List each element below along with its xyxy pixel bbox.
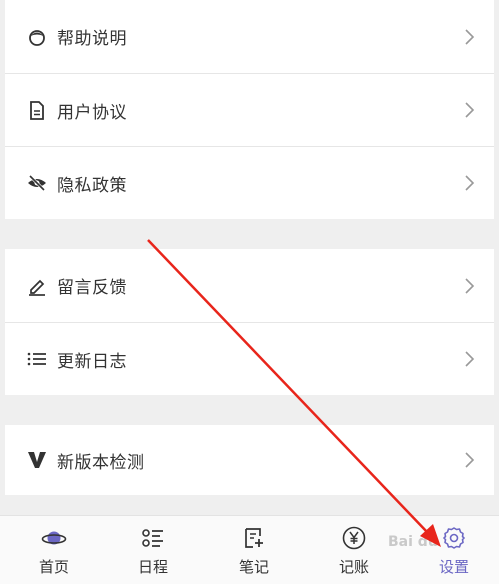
document-icon: [27, 100, 47, 120]
chevron-right-icon: [465, 351, 475, 367]
menu-item-label: 帮助说明: [57, 29, 127, 49]
menu-group-2: 留言反馈 更新日志: [5, 249, 494, 395]
menu-item-label: 用户协议: [57, 102, 127, 123]
menu-item-feedback[interactable]: 留言反馈: [5, 249, 494, 322]
chevron-right-icon: [465, 175, 475, 191]
menu-group-3: 新版本检测: [5, 425, 494, 495]
chevron-right-icon: [465, 452, 475, 468]
menu-item-label: 新版本检测: [57, 452, 145, 473]
menu-item-version-check[interactable]: 新版本检测: [5, 425, 494, 495]
gear-icon: [441, 525, 467, 551]
menu-item-changelog[interactable]: 更新日志: [5, 322, 494, 395]
menu-item-label: 隐私政策: [57, 175, 127, 196]
tab-label: 记账: [338, 558, 369, 576]
watermark: Bai du: [388, 534, 438, 550]
chevron-right-icon: [465, 28, 475, 45]
pencil-icon: [27, 276, 47, 296]
eye-off-icon: [27, 173, 47, 193]
planet-icon: [41, 525, 67, 551]
yuan-icon: [341, 525, 367, 551]
tab-notes[interactable]: 笔记: [219, 516, 289, 584]
tab-bookkeeping[interactable]: 记账: [319, 516, 389, 584]
section-spacer: [5, 219, 494, 249]
tab-label: 笔记: [238, 558, 269, 576]
tab-schedule[interactable]: 日程: [118, 516, 188, 584]
chevron-right-icon: [465, 277, 475, 294]
menu-group-1: 帮助说明 用户协议 隐私政策: [5, 0, 494, 219]
menu-item-label: 留言反馈: [57, 278, 127, 298]
tab-settings[interactable]: 设置: [419, 516, 489, 584]
tab-label: 设置: [438, 558, 469, 576]
version-v-icon: [27, 450, 47, 470]
schedule-icon: [140, 525, 166, 551]
tab-home[interactable]: 首页: [19, 516, 89, 584]
help-icon: [27, 27, 47, 47]
list-icon: [27, 349, 47, 369]
menu-item-help[interactable]: 帮助说明: [5, 0, 494, 73]
section-spacer: [5, 395, 494, 425]
tab-label: 日程: [137, 558, 168, 576]
section-spacer: [5, 495, 494, 515]
menu-item-user-agreement[interactable]: 用户协议: [5, 73, 494, 146]
tab-label: 首页: [38, 558, 69, 576]
menu-item-label: 更新日志: [57, 351, 127, 372]
menu-item-privacy[interactable]: 隐私政策: [5, 146, 494, 219]
chevron-right-icon: [465, 102, 475, 118]
note-icon: [241, 525, 267, 551]
